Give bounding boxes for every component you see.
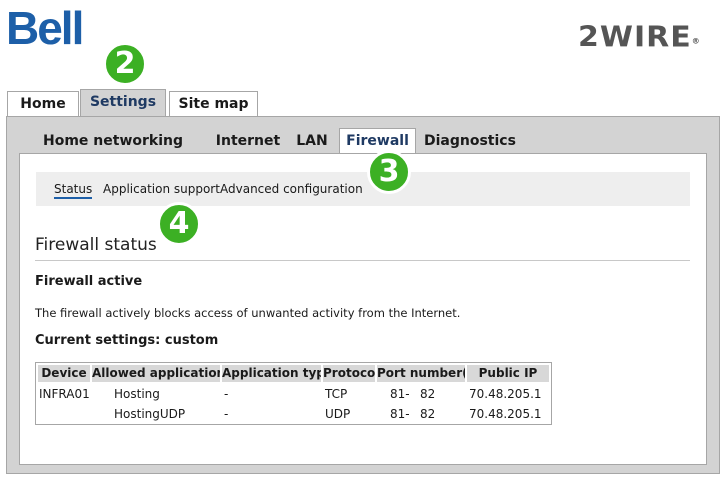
step-badge-2: 2 (103, 42, 147, 86)
tab-home[interactable]: Home (7, 91, 79, 116)
table-header-protocol: Protocol (323, 365, 375, 382)
table-cell-protocol: TCP (325, 387, 348, 401)
table-cell-type: - (224, 387, 229, 401)
table-cell-device: INFRA01 (39, 387, 90, 401)
table-header-device: Device (38, 365, 90, 382)
page-title: Firewall status (35, 235, 157, 255)
subnav-advanced-configuration[interactable]: Advanced configuration (220, 181, 363, 197)
firewall-status-text: The firewall actively blocks access of u… (35, 306, 461, 320)
table-header-port-numbers: Port number(s) (377, 365, 465, 382)
tab-site-map[interactable]: Site map (169, 91, 258, 116)
2wire-logo-text: 2WIRE (578, 20, 692, 55)
step-badge-3: 3 (367, 150, 411, 194)
subtab-diagnostics[interactable]: Diagnostics (424, 129, 516, 153)
2wire-logo: 2WIRE® (578, 21, 700, 55)
table-header-public-ip: Public IP (467, 365, 549, 382)
step-badge-4: 4 (157, 202, 201, 246)
subnav-status[interactable]: Status (54, 181, 93, 199)
subtab-firewall[interactable]: Firewall (339, 128, 416, 154)
table-header-allowed-applications: Allowed applications (92, 365, 220, 382)
tab-settings[interactable]: Settings (80, 89, 166, 116)
table-cell-protocol: UDP (325, 407, 351, 421)
table-cell-port-to: 82 (420, 387, 436, 401)
table-header-application-type: Application type (222, 365, 321, 382)
table-cell-port-from: 81- (390, 387, 410, 401)
subnav-application-support[interactable]: Application support (103, 181, 220, 197)
current-settings-heading: Current settings: custom (35, 333, 219, 348)
title-divider (35, 260, 690, 261)
table-cell-public-ip: 70.48.205.1 (469, 387, 542, 401)
table-cell-app: Hosting (114, 387, 160, 401)
table-cell-type: - (224, 407, 229, 421)
table-cell-port-to: 82 (420, 407, 436, 421)
bell-logo: Bell (6, 2, 84, 54)
subtab-lan[interactable]: LAN (292, 129, 332, 153)
table-cell-port-from: 81- (390, 407, 410, 421)
subtab-home-networking-modem[interactable]: Home networking modem (23, 129, 203, 173)
table-cell-public-ip: 70.48.205.1 (469, 407, 542, 421)
registered-mark: ® (691, 37, 700, 46)
subtab-internet[interactable]: Internet (214, 129, 282, 153)
firewall-status-heading: Firewall active (35, 274, 143, 289)
table-cell-app: HostingUDP (114, 407, 186, 421)
